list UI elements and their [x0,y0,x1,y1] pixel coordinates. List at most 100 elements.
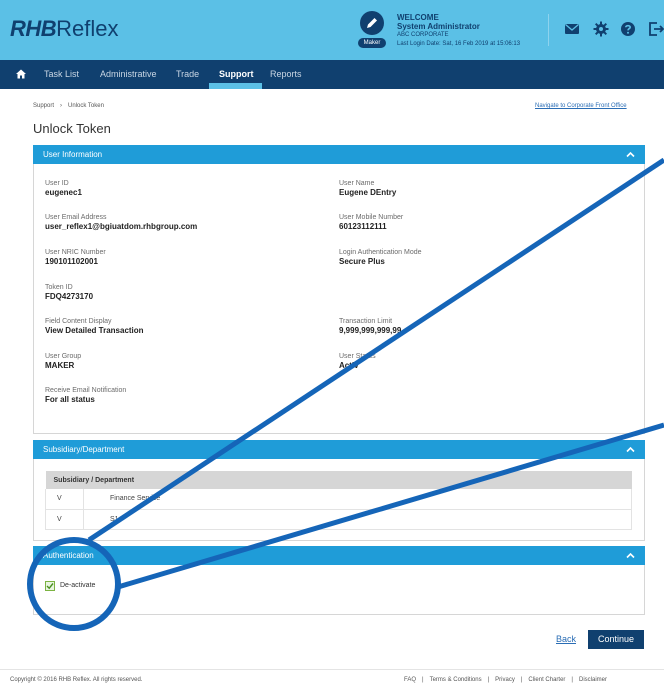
chevron-up-icon[interactable] [626,151,635,158]
table-header-row: Subsidiary / Department [45,471,632,489]
breadcrumb-separator: › [60,103,63,109]
row-department: Finance Service [83,489,632,510]
field-value: 190101102001 [45,257,98,266]
field-label: User Name [339,180,375,187]
field-label: User NRIC Number [45,249,106,256]
logout-icon[interactable] [648,21,664,37]
footer-link-faq[interactable]: FAQ [404,677,416,683]
field-value: FDQ4273170 [45,292,94,301]
nav-trade[interactable]: Trade [176,69,199,80]
main-nav: Task List Administrative Trade Support R… [0,60,664,89]
checkmark-icon [46,583,54,590]
field-value: For all status [45,395,95,404]
row-department: S1 [83,509,632,530]
user-display-name: System Administrator [397,22,480,31]
deactivate-label[interactable]: De-activate [60,581,95,591]
copyright-text: Copyright © 2016 RHB Reflex. All rights … [10,677,143,683]
field-label: Login Authentication Mode [339,249,422,256]
header-divider [548,14,549,46]
field-token-id: Token ID FDQ4273170 [45,283,93,301]
home-icon[interactable] [16,69,26,79]
subsidiary-table: Subsidiary / Department V Finance Servic… [45,471,632,530]
logo-rhb-text: RHB [10,16,57,41]
authentication-header[interactable]: Authentication [33,546,645,565]
field-value: Activ [339,361,359,370]
field-user-email: User Email Address user_reflex1@bgiuatdo… [45,213,197,231]
field-user-mobile: User Mobile Number 60123112111 [339,213,403,231]
field-label: Field Content Display [45,318,112,325]
footer-link-terms[interactable]: Terms & Conditions [430,677,482,683]
page-title: Unlock Token [33,121,111,136]
breadcrumb-current: Unlock Token [68,103,104,109]
table-row: V S1 [45,509,632,530]
field-label: User Email Address [45,214,107,221]
rhb-reflex-logo[interactable]: RHBReflex [10,16,119,42]
field-label: User Mobile Number [339,214,404,221]
gear-icon[interactable] [593,21,609,37]
help-icon[interactable] [620,21,636,37]
pencil-icon [367,18,377,28]
field-value: Secure Plus [339,257,385,266]
field-value: user_reflex1@bgiuatdom.rhbgroup.com [45,222,198,231]
corporate-front-office-link[interactable]: Navigate to Corporate Front Office [535,103,627,109]
field-label: User Status [339,353,376,360]
field-user-status: User Status Activ [339,352,376,370]
user-information-title: User Information [43,150,103,159]
role-badge: Maker [358,38,386,48]
welcome-block: WELCOME System Administrator ABC CORPORA… [397,13,520,49]
field-value: 60123112111 [339,222,387,231]
subsidiary-column-header: Subsidiary / Department [45,471,632,489]
active-nav-indicator [209,83,262,89]
subsidiary-title: Subsidiary/Department [43,445,125,454]
table-row: V Finance Service [45,489,632,510]
breadcrumb: Support › Unlock Token [33,103,104,109]
field-value: View Detailed Transaction [45,326,144,335]
field-user-nric: User NRIC Number 190101102001 [45,248,106,266]
field-label: Token ID [45,284,73,291]
logo-reflex-text: Reflex [56,16,119,41]
field-value: eugenec1 [45,188,82,197]
user-information-header[interactable]: User Information [33,145,645,164]
field-user-name: User Name Eugene DEntry [339,179,396,197]
footer: Copyright © 2016 RHB Reflex. All rights … [0,669,664,688]
footer-separator: | [571,677,573,683]
user-avatar[interactable] [360,11,384,35]
chevron-up-icon[interactable] [626,552,635,559]
footer-separator: | [422,677,424,683]
nav-reports[interactable]: Reports [270,69,302,80]
field-label: User ID [45,180,69,187]
back-link[interactable]: Back [556,634,576,644]
footer-link-privacy[interactable]: Privacy [495,677,515,683]
field-user-id: User ID eugenec1 [45,179,82,197]
deactivate-checkbox[interactable] [45,581,55,591]
field-transaction-limit: Transaction Limit 9,999,999,999,99 [339,317,401,335]
field-label: User Group [45,353,82,360]
field-label: Receive Email Notification [45,387,127,394]
field-login-auth-mode: Login Authentication Mode Secure Plus [339,248,422,266]
top-header: RHBReflex Maker WELCOME System Administr… [0,0,664,60]
field-label: Transaction Limit [339,318,393,325]
field-value: 9,999,999,999,99 [339,326,402,335]
field-user-group: User Group MAKER [45,352,81,370]
mail-icon[interactable] [564,21,580,37]
breadcrumb-support[interactable]: Support [33,103,54,109]
footer-separator: | [520,677,523,683]
row-flag: V [45,509,84,530]
nav-administrative[interactable]: Administrative [100,69,157,80]
field-email-notification: Receive Email Notification For all statu… [45,386,126,404]
field-content-display: Field Content Display View Detailed Tran… [45,317,144,335]
subsidiary-header[interactable]: Subsidiary/Department [33,440,645,459]
authentication-body [33,565,645,615]
chevron-up-icon[interactable] [626,446,635,453]
footer-link-client-charter[interactable]: Client Charter [528,677,565,683]
field-value: MAKER [45,361,75,370]
continue-button[interactable]: Continue [588,630,644,649]
field-value: Eugene DEntry [339,188,397,197]
last-login-text: Last Login Date: Sat, 16 Feb 2019 at 15:… [397,41,521,47]
nav-task-list[interactable]: Task List [44,69,79,80]
footer-link-disclaimer[interactable]: Disclaimer [579,677,607,683]
company-name: ABC CORPORATE [397,32,449,38]
footer-separator: | [487,677,490,683]
authentication-title: Authentication [43,551,94,560]
nav-support[interactable]: Support [219,69,254,80]
